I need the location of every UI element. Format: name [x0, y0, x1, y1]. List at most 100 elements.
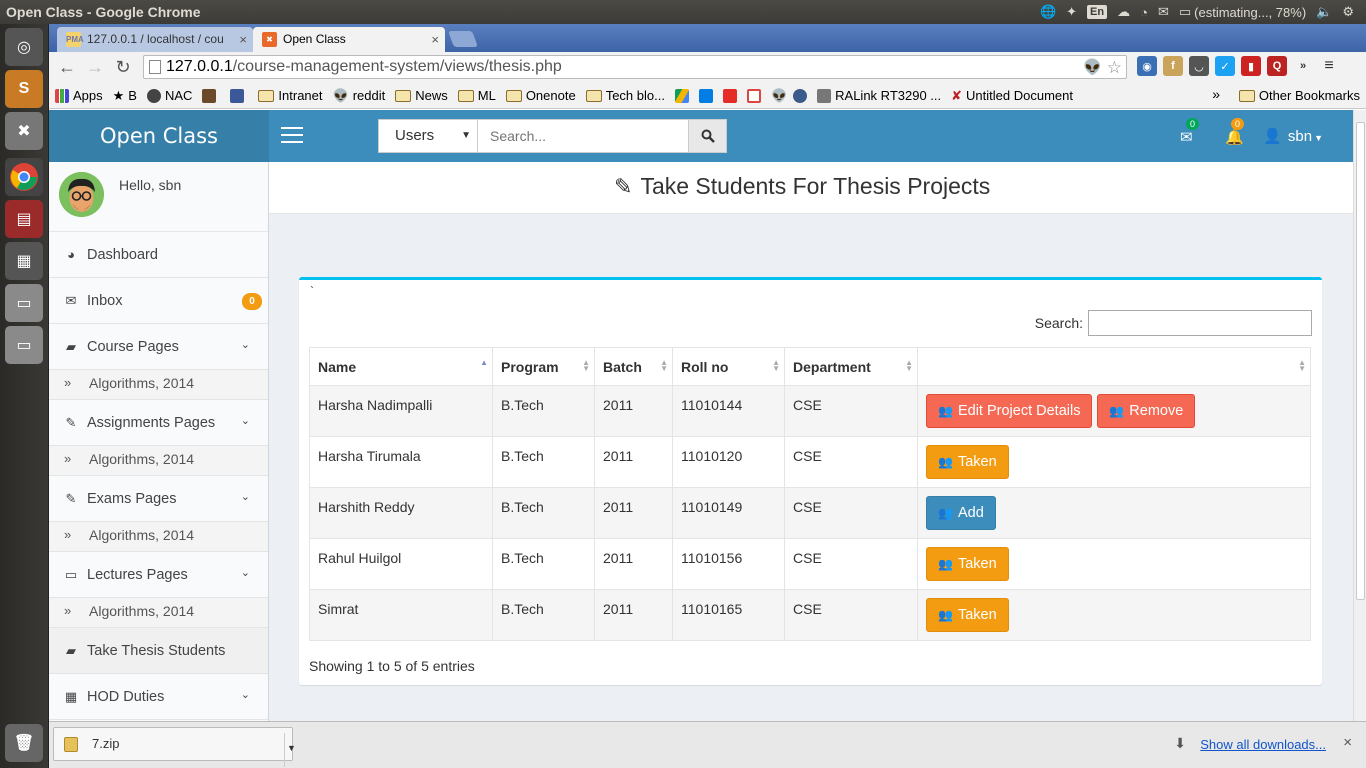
sidebar-toggle-button[interactable]	[281, 127, 303, 143]
bookmark-youtube[interactable]	[722, 88, 741, 103]
user-menu[interactable]: 👤 sbn ▼	[1263, 127, 1323, 145]
check-extension-icon[interactable]: ✓	[1215, 56, 1235, 76]
cell-actions: 👥 Taken	[917, 538, 1311, 590]
sidebar-item-course-pages[interactable]: ▰ Course Pages ⌄	[49, 324, 268, 370]
sidebar-subitem-assignments-algorithms[interactable]: » Algorithms, 2014	[49, 446, 268, 476]
bookmark-apps[interactable]: Apps	[55, 88, 103, 103]
dropbox-icon[interactable]: ✦	[1066, 4, 1077, 20]
reload-button[interactable]: ↻	[109, 54, 137, 82]
bookmark-dropbox[interactable]	[698, 88, 717, 103]
bookmark-extension-icon[interactable]: ▮	[1241, 56, 1261, 76]
bookmark-ml[interactable]: ML	[457, 88, 496, 103]
more-extensions-icon[interactable]: »	[1293, 56, 1313, 76]
keyboard-layout-indicator[interactable]: En	[1087, 5, 1108, 19]
q-extension-icon[interactable]: Q	[1267, 56, 1287, 76]
sidebar-item-label: HOD Duties	[87, 689, 165, 705]
sidebar-item-take-thesis-students[interactable]: ▰ Take Thesis Students	[49, 628, 268, 674]
back-button[interactable]: ←	[53, 54, 81, 82]
drive-icon[interactable]: ▭	[5, 284, 43, 322]
sublime-text-icon[interactable]: S	[5, 70, 43, 108]
table-search-input[interactable]	[1088, 310, 1312, 336]
column-header-actions[interactable]: ▲ ▼	[917, 347, 1311, 386]
close-tab-icon[interactable]: ×	[239, 27, 247, 52]
app-logo[interactable]: Open Class	[49, 110, 269, 162]
new-tab-button[interactable]	[448, 31, 478, 47]
bookmark-drive[interactable]	[674, 88, 693, 103]
column-header-program[interactable]: Program ▲ ▼	[492, 347, 595, 386]
chrome-icon[interactable]	[5, 158, 43, 196]
bookmark-intranet[interactable]: Intranet	[258, 88, 323, 103]
tab-phpmyadmin[interactable]: PMA 127.0.0.1 / localhost / cou ×	[57, 27, 253, 52]
column-header-roll-no[interactable]: Roll no ▲ ▼	[672, 347, 785, 386]
taken-button[interactable]: 👥 Taken	[926, 598, 1009, 632]
page-scrollbar[interactable]	[1353, 110, 1366, 721]
sidebar-item-hod-duties[interactable]: ▦ HOD Duties ⌄	[49, 674, 268, 720]
sidebar-subitem-exams-algorithms[interactable]: » Algorithms, 2014	[49, 522, 268, 552]
edit-project-details-button[interactable]: 👥 Edit Project Details	[926, 394, 1093, 428]
pocket-extension-icon[interactable]: ◡	[1189, 56, 1209, 76]
globe-icon[interactable]: 🌐	[1040, 4, 1056, 20]
trash-icon[interactable]: 🗑	[5, 724, 43, 762]
notifications-button[interactable]: 🔔 0	[1225, 118, 1245, 146]
sidebar-subitem-course-algorithms[interactable]: » Algorithms, 2014	[49, 370, 268, 400]
wifi-icon[interactable]: ◔	[1140, 5, 1148, 20]
file-manager-icon[interactable]: ▤	[5, 200, 43, 238]
volume-icon[interactable]: 🔈	[1316, 4, 1332, 20]
search-input[interactable]	[478, 119, 689, 153]
scrollbar-thumb[interactable]	[1356, 122, 1365, 600]
bookmark-feedly[interactable]	[793, 88, 811, 103]
dash-home-icon[interactable]: ◎	[5, 28, 43, 66]
messages-button[interactable]: ✉ 0	[1180, 118, 1200, 146]
other-bookmarks[interactable]: Other Bookmarks	[1238, 88, 1360, 103]
system-settings-icon[interactable]: ✖	[5, 112, 43, 150]
workspace-switcher-icon[interactable]: ▦	[5, 242, 43, 280]
bookmark-star-icon[interactable]: ☆	[1107, 57, 1122, 79]
bookmark-reddit-2[interactable]: 👽	[771, 88, 787, 104]
taken-button[interactable]: 👥 Taken	[926, 445, 1009, 479]
tab-open-class[interactable]: ✖ Open Class ×	[253, 27, 445, 52]
bookmark-reddit[interactable]: 👽 reddit	[333, 88, 386, 104]
bookmark-tech-blogs[interactable]: Tech blo...	[585, 88, 665, 103]
bookmark-b[interactable]: ★ B	[113, 88, 137, 104]
add-button[interactable]: 👥 Add	[926, 496, 996, 530]
sidebar-item-exams-pages[interactable]: ✎ Exams Pages ⌄	[49, 476, 268, 522]
download-item[interactable]: 7.zip ▼	[53, 727, 296, 767]
globe-extension-icon[interactable]: ◉	[1137, 56, 1157, 76]
bookmark-gmail[interactable]	[746, 88, 765, 103]
bookmark-facebook[interactable]	[230, 88, 248, 103]
battery-indicator[interactable]: ▭ (estimating..., 78%)	[1179, 4, 1306, 20]
column-header-batch[interactable]: Batch ▲ ▼	[594, 347, 673, 386]
column-header-name[interactable]: Name ▲	[309, 347, 493, 386]
address-bar[interactable]: 127.0.0.1/course-management-system/views…	[143, 55, 1127, 79]
sidebar-subitem-lectures-algorithms[interactable]: » Algorithms, 2014	[49, 598, 268, 628]
taken-button[interactable]: 👥 Taken	[926, 547, 1009, 581]
cloud-icon[interactable]: ☁	[1117, 4, 1130, 20]
bookmark-ralink[interactable]: RALink RT3290 ...	[817, 88, 941, 103]
forward-button[interactable]: →	[81, 54, 109, 82]
bookmark-news[interactable]: News	[395, 88, 448, 103]
bookmark-onenote[interactable]: Onenote	[505, 88, 576, 103]
sidebar-item-inbox[interactable]: ✉ Inbox 0	[49, 278, 268, 324]
sidebar-item-dashboard[interactable]: ◕ Dashboard	[49, 232, 268, 278]
facebook-extension-icon[interactable]: f	[1163, 56, 1183, 76]
bookmark-game[interactable]	[202, 88, 220, 103]
column-header-department[interactable]: Department ▲ ▼	[784, 347, 918, 386]
bookmark-nac[interactable]: NAC	[146, 88, 192, 103]
close-tab-icon[interactable]: ×	[431, 27, 439, 52]
show-all-downloads-link[interactable]: Show all downloads...	[1200, 737, 1326, 752]
drive-2-icon[interactable]: ▭	[5, 326, 43, 364]
settings-gear-icon[interactable]: ⚙	[1342, 4, 1354, 20]
sidebar-item-lectures-pages[interactable]: ▭ Lectures Pages ⌄	[49, 552, 268, 598]
download-menu-button[interactable]: ▼	[284, 733, 298, 767]
remove-button[interactable]: 👥 Remove	[1097, 394, 1196, 428]
sidebar-subitem-label: Algorithms, 2014	[89, 451, 195, 467]
bookmarks-overflow-button[interactable]: »	[1212, 86, 1220, 102]
reddit-extension-icon[interactable]: 👽	[1083, 57, 1102, 79]
mail-icon[interactable]: ✉	[1158, 4, 1169, 20]
bookmark-untitled[interactable]: ✘ Untitled Document	[951, 88, 1073, 104]
search-button[interactable]	[689, 119, 727, 153]
chrome-menu-icon[interactable]: ≡	[1319, 56, 1339, 76]
sidebar-item-assignments-pages[interactable]: ✎ Assignments Pages ⌄	[49, 400, 268, 446]
close-downloads-bar-icon[interactable]: ×	[1343, 734, 1352, 751]
search-scope-select[interactable]: Users ▼	[378, 119, 478, 153]
